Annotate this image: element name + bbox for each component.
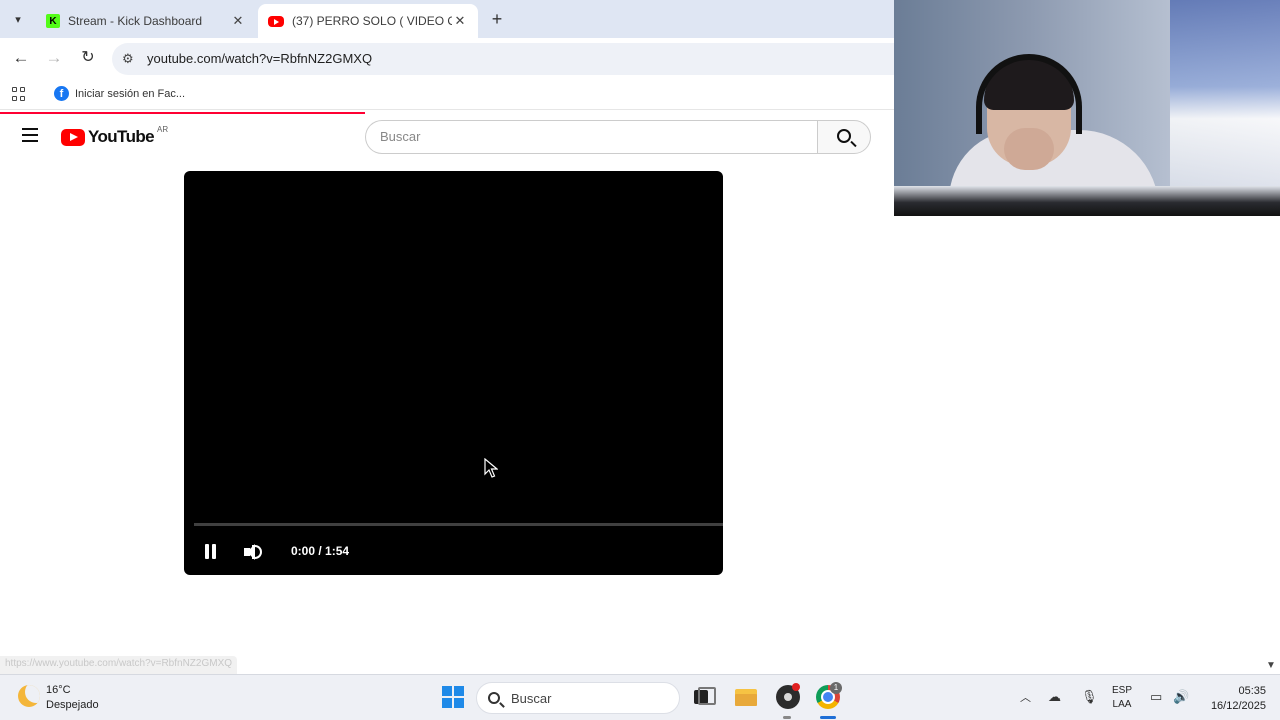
- video-player[interactable]: 0:00 / 1:54: [184, 171, 723, 575]
- mouse-cursor-icon: [484, 458, 498, 478]
- youtube-favicon-icon: [268, 15, 284, 27]
- kick-favicon-icon: K: [46, 14, 60, 28]
- weather-widget[interactable]: 16°C Despejado: [18, 683, 99, 713]
- video-progress-bar[interactable]: [194, 523, 723, 526]
- youtube-play-logo-icon: [61, 128, 85, 146]
- clock-date: 16/12/2025: [1210, 700, 1266, 712]
- youtube-logo-text: YouTube: [88, 127, 155, 146]
- onedrive-cloud-icon[interactable]: ☁: [1048, 689, 1061, 705]
- network-icon[interactable]: ▭: [1150, 689, 1162, 705]
- task-view-icon[interactable]: [692, 685, 716, 709]
- input-language-indicator[interactable]: ESP LAA: [1112, 684, 1132, 712]
- system-clock[interactable]: 05:35 16/12/2025: [1198, 684, 1266, 714]
- keyboard-layout: LAA: [1112, 699, 1132, 710]
- tab-close-icon[interactable]: ✕: [230, 13, 246, 29]
- bookmark-facebook[interactable]: f Iniciar sesión en Fac...: [54, 86, 185, 101]
- running-indicator: [783, 716, 791, 719]
- facebook-icon: f: [54, 86, 69, 101]
- clock-time: 05:35: [1238, 685, 1266, 697]
- tab-title: Stream - Kick Dashboard: [68, 14, 203, 28]
- taskbar-search-box[interactable]: Buscar: [476, 682, 680, 714]
- youtube-logo[interactable]: YouTube AR: [61, 124, 169, 147]
- tab-youtube-video[interactable]: (37) PERRO SOLO ( VIDEO OFIC ✕: [258, 4, 478, 38]
- back-arrow-icon[interactable]: ←: [10, 47, 32, 69]
- youtube-search-input[interactable]: Buscar: [365, 120, 818, 154]
- taskbar-search-label: Buscar: [511, 691, 552, 706]
- windows-start-icon[interactable]: [442, 686, 464, 708]
- pause-icon[interactable]: [204, 544, 218, 560]
- search-placeholder: Buscar: [380, 129, 421, 144]
- active-app-indicator: [820, 716, 836, 719]
- menu-hamburger-icon[interactable]: [22, 128, 38, 142]
- volume-icon[interactable]: [244, 543, 262, 561]
- site-settings-icon[interactable]: ⚙: [122, 51, 134, 67]
- new-tab-plus-icon[interactable]: +: [486, 8, 508, 30]
- weather-temperature: 16°C: [46, 684, 71, 696]
- headphones-icon: [976, 54, 1082, 134]
- youtube-search-button[interactable]: [817, 120, 871, 154]
- tab-kick-dashboard[interactable]: K Stream - Kick Dashboard ✕: [36, 4, 256, 38]
- tray-overflow-chevron-icon[interactable]: ︿: [1020, 689, 1031, 705]
- reload-icon[interactable]: ↻: [77, 47, 99, 69]
- weather-condition: Despejado: [46, 699, 99, 711]
- webcam-overlay: [894, 0, 1280, 216]
- language-code: ESP: [1112, 685, 1133, 696]
- forward-arrow-icon[interactable]: →: [43, 47, 65, 69]
- tab-title: (37) PERRO SOLO ( VIDEO OFIC: [292, 14, 452, 28]
- youtube-header: YouTube AR Buscar: [0, 114, 894, 160]
- chrome-notification-badge: 1: [830, 682, 842, 694]
- apps-grid-icon[interactable]: [12, 87, 26, 101]
- region-code: AR: [157, 124, 169, 134]
- address-bar[interactable]: ⚙ youtube.com/watch?v=RbfnNZ2GMXQ: [112, 43, 912, 75]
- status-link-url: https://www.youtube.com/watch?v=RbfnNZ2G…: [0, 656, 238, 674]
- recording-indicator-icon: [792, 683, 800, 691]
- tab-close-icon[interactable]: ✕: [452, 13, 468, 29]
- video-time-display: 0:00 / 1:54: [291, 544, 350, 558]
- tab-search-chevron-icon[interactable]: ▾: [6, 7, 30, 31]
- scroll-down-arrow-icon[interactable]: ▼: [1266, 660, 1276, 671]
- address-url[interactable]: youtube.com/watch?v=RbfnNZ2GMXQ: [147, 51, 372, 66]
- windows-taskbar: 16°C Despejado Buscar 1 ︿ ☁ 🎙 ESP LAA ▭ …: [0, 674, 1280, 720]
- moon-icon: [18, 685, 40, 707]
- microphone-icon[interactable]: 🎙: [1081, 689, 1098, 705]
- search-icon: [837, 129, 851, 143]
- file-explorer-icon[interactable]: [734, 685, 758, 709]
- bookmark-label: Iniciar sesión en Fac...: [75, 87, 186, 100]
- search-icon: [488, 692, 500, 704]
- speaker-volume-icon[interactable]: 🔊: [1173, 689, 1189, 705]
